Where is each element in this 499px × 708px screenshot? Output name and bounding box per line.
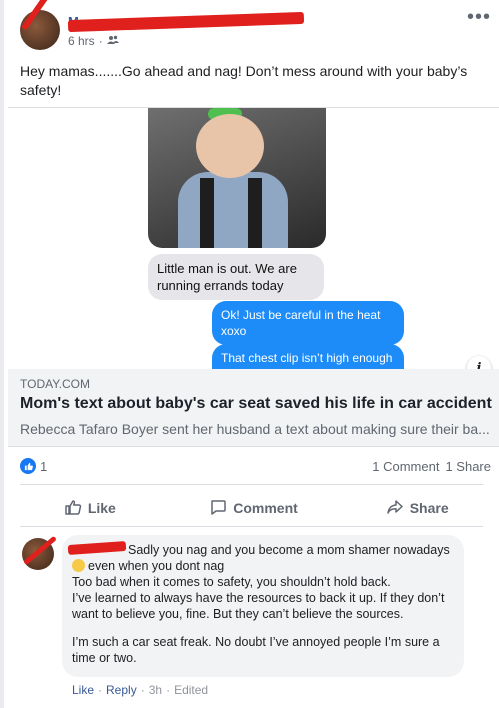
chat-bubble-sent: Ok! Just be careful in the heat xoxo xyxy=(212,301,404,345)
comment-paragraph: I’ve learned to always have the resource… xyxy=(72,591,445,621)
comments-count[interactable]: 1 Comment xyxy=(372,459,439,474)
like-label: Like xyxy=(87,500,116,516)
baby-face xyxy=(196,114,264,178)
audience-friends-icon[interactable] xyxy=(106,34,119,48)
comment-time[interactable]: 3h xyxy=(149,683,162,697)
baby-body xyxy=(178,172,288,248)
separator: · xyxy=(140,683,145,697)
reaction-count: 1 xyxy=(40,458,48,474)
link-preview-image[interactable]: Little man is out. We are running errand… xyxy=(8,107,499,370)
share-label: Share xyxy=(409,500,449,516)
comment-text: Sadly you nag and you become a mom shame… xyxy=(72,542,462,666)
divider xyxy=(20,484,483,485)
comment-paragraph: I’m such a car seat freak. No doubt I’ve… xyxy=(72,635,440,665)
car-seat-strap xyxy=(248,178,262,248)
like-button[interactable]: Like xyxy=(8,492,172,524)
like-reaction-icon xyxy=(20,458,36,474)
comment-line: even when you dont nag xyxy=(88,559,225,573)
post-actions: Like Comment Share xyxy=(8,492,499,524)
divider xyxy=(20,526,483,527)
share-button[interactable]: Share xyxy=(335,492,499,524)
emoji-icon xyxy=(72,559,85,572)
comment-paragraph: Too bad when it comes to safety, you sho… xyxy=(72,575,391,589)
link-headline[interactable]: Mom's text about baby's car seat saved h… xyxy=(20,395,492,413)
comment-edited[interactable]: Edited xyxy=(174,683,208,697)
post-text: Hey mamas.......Go ahead and nag! Don’t … xyxy=(20,63,468,98)
link-description: Rebecca Tafaro Boyer sent her husband a … xyxy=(20,421,490,437)
comment-icon xyxy=(209,498,227,519)
comment-actions: Like · Reply · 3h · Edited xyxy=(72,683,208,697)
comment-label: Comment xyxy=(233,500,298,516)
reaction-summary[interactable]: 1 xyxy=(20,458,47,474)
separator: · xyxy=(98,683,103,697)
separator: · xyxy=(166,683,171,697)
chat-bubble-received: Little man is out. We are running errand… xyxy=(148,254,324,300)
comment-line: Sadly you nag and you become a mom shame… xyxy=(128,543,450,557)
separator: · xyxy=(98,34,103,48)
chat-bubble-sent: That chest clip isn’t high enough or nea… xyxy=(212,344,404,370)
comment-button[interactable]: Comment xyxy=(172,492,336,524)
link-meta[interactable]: TODAY.COM Mom's text about baby's car se… xyxy=(8,369,499,447)
thumbs-up-icon xyxy=(64,498,82,519)
post-card: M•••••••••••••••• 6 hrs · ••• Hey mamas.… xyxy=(4,0,499,708)
car-seat-strap xyxy=(200,178,214,248)
baby-photo xyxy=(148,108,326,248)
comment-reply-link[interactable]: Reply xyxy=(106,683,137,697)
share-icon xyxy=(386,498,404,519)
link-domain: TODAY.COM xyxy=(20,377,91,391)
author-avatar[interactable] xyxy=(20,10,60,50)
shares-count[interactable]: 1 Share xyxy=(445,459,491,474)
engagement-counts: 1 Comment 1 Share xyxy=(372,459,491,474)
post-time[interactable]: 6 hrs xyxy=(68,34,95,48)
post-meta: 6 hrs · xyxy=(68,34,119,48)
comment-like-link[interactable]: Like xyxy=(72,683,94,697)
more-icon[interactable]: ••• xyxy=(467,6,491,29)
comment-line-wrap: even when you dont nag xyxy=(72,558,462,574)
